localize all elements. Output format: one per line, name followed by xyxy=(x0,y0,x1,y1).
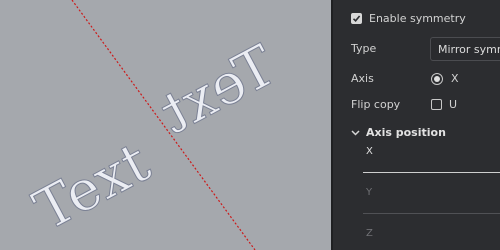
enable-symmetry-checkbox[interactable] xyxy=(351,13,362,24)
type-row: Type xyxy=(351,42,376,55)
text-original-group: Text xyxy=(23,129,161,244)
flip-copy-row: Flip copy U xyxy=(351,98,457,111)
canvas-viewport[interactable]: Text Text xyxy=(0,0,331,250)
enable-symmetry-row[interactable]: Enable symmetry xyxy=(351,12,466,25)
axis-position-y-field[interactable]: Y xyxy=(363,184,500,214)
axis-position-y-label: Y xyxy=(366,187,373,198)
flip-u-label: U xyxy=(449,98,458,111)
enable-symmetry-label: Enable symmetry xyxy=(369,12,466,25)
type-select-value: Mirror symm xyxy=(438,42,500,56)
axis-position-z-label: Z xyxy=(366,228,373,239)
text-mirrored[interactable]: Text xyxy=(149,33,287,148)
field-underline xyxy=(363,172,500,173)
axis-position-header[interactable]: Axis position xyxy=(351,126,446,139)
axis-position-z-field[interactable]: Z xyxy=(363,225,500,250)
axis-position-title: Axis position xyxy=(366,126,446,139)
axis-position-x-field[interactable]: X xyxy=(363,143,500,173)
radio-dot-icon xyxy=(434,75,440,82)
symmetry-panel: Enable symmetry Type Mirror symm Axis X … xyxy=(333,0,500,250)
check-icon xyxy=(352,15,361,22)
text-original[interactable]: Text xyxy=(23,129,161,244)
type-label: Type xyxy=(351,42,377,55)
type-select[interactable]: Mirror symm xyxy=(430,37,500,61)
field-underline xyxy=(363,213,500,214)
axis-row: Axis X xyxy=(351,72,459,85)
axis-position-x-label: X xyxy=(366,146,373,157)
flip-copy-label: Flip copy xyxy=(351,98,401,111)
chevron-down-icon xyxy=(351,129,360,136)
flip-u-checkbox[interactable] xyxy=(431,99,442,110)
text-mirrored-group: Text xyxy=(149,33,287,148)
axis-label: Axis xyxy=(351,72,374,85)
axis-x-radio[interactable] xyxy=(431,72,443,85)
axis-x-label: X xyxy=(451,72,459,85)
canvas-drawing: Text Text xyxy=(23,0,287,250)
